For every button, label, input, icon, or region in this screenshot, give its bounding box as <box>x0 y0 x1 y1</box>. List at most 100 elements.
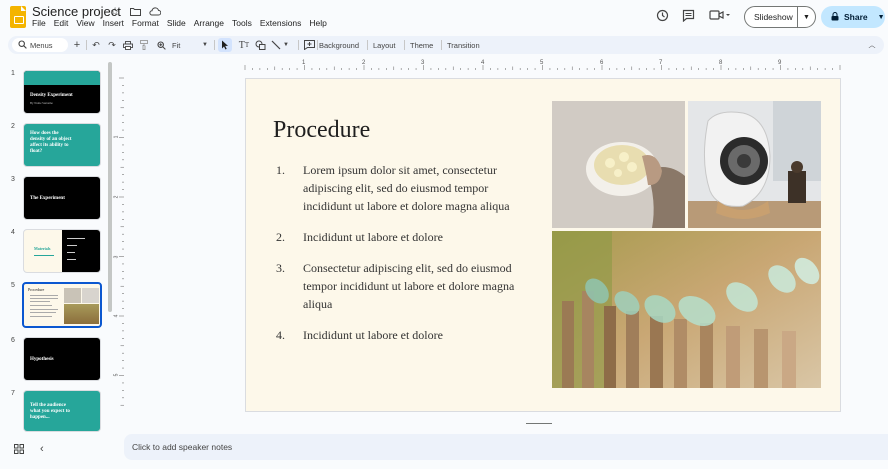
background-button[interactable]: Background <box>319 36 359 54</box>
print-button[interactable] <box>122 36 134 54</box>
toolbar-divider <box>441 40 442 50</box>
thumb-line <box>34 255 54 256</box>
thumb-black-panel <box>62 230 100 272</box>
menu-insert[interactable]: Insert <box>99 18 128 28</box>
lock-icon <box>830 11 840 23</box>
redo-button[interactable]: ↷ <box>106 36 118 54</box>
slide-thumbnail[interactable]: The Experiment <box>23 176 101 220</box>
ruler-label: 7 <box>659 60 663 66</box>
slide-number: 6 <box>11 337 15 344</box>
ruler-label: 6 <box>600 60 604 66</box>
paint-format-button[interactable] <box>138 36 150 54</box>
bottles-fence-photo[interactable] <box>552 231 821 388</box>
share-button[interactable]: Share ▼ <box>821 6 885 28</box>
print-icon <box>122 39 134 51</box>
ruler-label: 8 <box>719 60 723 66</box>
slide-number: 5 <box>11 282 15 289</box>
select-tool-button[interactable] <box>218 38 232 52</box>
slide-thumbnail[interactable]: Tell the audience what you expect to hap… <box>23 390 101 432</box>
paint-format-icon <box>138 39 150 51</box>
list-item-number: 4. <box>276 328 285 342</box>
layout-button[interactable]: Layout <box>373 36 396 54</box>
menu-extensions[interactable]: Extensions <box>256 18 306 28</box>
menu-help[interactable]: Help <box>305 18 330 28</box>
toolbar: Menus + ↶ ↷ Fit ▼ TT ▼ Background Layout… <box>8 36 884 54</box>
speaker-photo[interactable] <box>688 101 821 228</box>
thumb-photo <box>64 288 81 303</box>
thumb-line <box>30 295 58 296</box>
slide-number: 1 <box>11 70 15 77</box>
menu-tools[interactable]: Tools <box>228 18 256 28</box>
menu-arrange[interactable]: Arrange <box>190 18 228 28</box>
slide-thumbnail[interactable]: Density Experiment By Name Surname <box>23 70 101 114</box>
chevron-down-icon[interactable]: ▼ <box>878 14 885 21</box>
filmstrip: 1 Density Experiment By Name Surname 2 H… <box>0 60 118 432</box>
redo-icon: ↷ <box>108 39 116 50</box>
collapse-toolbar-button[interactable]: ︿ <box>866 36 878 54</box>
slide-thumbnail[interactable]: How does the density of an object affect… <box>23 123 101 167</box>
zoom-select[interactable]: Fit ▼ <box>172 36 208 54</box>
share-label: Share <box>844 12 868 22</box>
meet-icon[interactable] <box>709 8 731 22</box>
version-history-icon[interactable] <box>655 8 669 22</box>
transition-button[interactable]: Transition <box>447 36 480 54</box>
undo-button[interactable]: ↶ <box>90 36 102 54</box>
thumb-line <box>30 301 50 302</box>
slideshow-button[interactable]: Slideshow ▼ <box>744 6 816 28</box>
filmstrip-controls: ‹ <box>14 444 44 457</box>
ruler-label: 9 <box>778 60 782 66</box>
ruler-label: 2 <box>362 60 366 66</box>
zoom-button[interactable] <box>155 36 167 54</box>
procedure-list[interactable]: 1. Lorem ipsum dolor sit amet, consectet… <box>276 161 531 357</box>
toolbar-divider <box>86 40 87 50</box>
search-menus[interactable]: Menus <box>12 38 68 52</box>
chevron-down-icon: ▼ <box>283 42 289 48</box>
list-item-text: Lorem ipsum dolor sit amet, consectetur … <box>303 163 510 213</box>
collapse-filmstrip-icon[interactable]: ‹ <box>40 444 44 457</box>
thumb-title: How does the density of an object affect… <box>30 131 72 154</box>
undo-icon: ↶ <box>92 39 100 50</box>
thumb-line <box>30 305 52 306</box>
new-slide-button[interactable]: + <box>71 36 83 54</box>
theme-button[interactable]: Theme <box>410 36 433 54</box>
cloud-status-icon[interactable] <box>148 4 162 18</box>
thumb-bullet <box>67 259 76 260</box>
filmstrip-scrollbar[interactable] <box>108 62 112 312</box>
thumb-photo <box>82 288 99 303</box>
menu-edit[interactable]: Edit <box>50 18 73 28</box>
slide-canvas[interactable]: Procedure 1. Lorem ipsum dolor sit amet,… <box>245 78 841 412</box>
list-item-number: 2. <box>276 230 285 244</box>
ruler-label: 4 <box>113 314 120 318</box>
chevron-down-icon[interactable]: ▼ <box>798 14 815 21</box>
thumb-subtitle: By Name Surname <box>30 101 53 105</box>
tea-cup-photo[interactable] <box>552 101 685 228</box>
list-item: 1. Lorem ipsum dolor sit amet, consectet… <box>276 161 531 215</box>
thumb-title: The Experiment <box>30 196 65 201</box>
slide-thumbnail[interactable]: Hypothesis <box>23 337 101 381</box>
move-folder-icon[interactable] <box>128 4 142 18</box>
menu-slide[interactable]: Slide <box>163 18 190 28</box>
slide-number: 3 <box>11 176 15 183</box>
notes-resize-handle[interactable] <box>526 423 552 424</box>
menu-view[interactable]: View <box>72 18 98 28</box>
comment-button[interactable] <box>303 36 315 54</box>
toolbar-divider <box>367 40 368 50</box>
line-icon <box>270 39 282 51</box>
line-button[interactable]: ▼ <box>270 36 289 54</box>
image-button[interactable] <box>254 36 266 54</box>
menu-format[interactable]: Format <box>128 18 163 28</box>
slides-logo-icon[interactable] <box>10 6 26 28</box>
slide-title[interactable]: Procedure <box>273 117 370 144</box>
slide-thumbnail[interactable]: Materials <box>23 229 101 273</box>
thumb-line <box>30 316 52 317</box>
speaker-notes-placeholder: Click to add speaker notes <box>132 442 233 452</box>
text-box-button[interactable]: TT <box>236 36 252 54</box>
star-icon[interactable]: ☆ <box>108 4 122 18</box>
slide-thumbnail[interactable]: Procedure <box>22 282 102 328</box>
thumb-teal-band <box>24 71 100 85</box>
speaker-notes[interactable]: Click to add speaker notes <box>124 434 888 460</box>
grid-view-icon[interactable] <box>14 444 24 457</box>
list-item-text: Incididunt ut labore et dolore <box>303 230 443 244</box>
comments-icon[interactable] <box>681 8 695 22</box>
menu-file[interactable]: File <box>32 18 50 28</box>
